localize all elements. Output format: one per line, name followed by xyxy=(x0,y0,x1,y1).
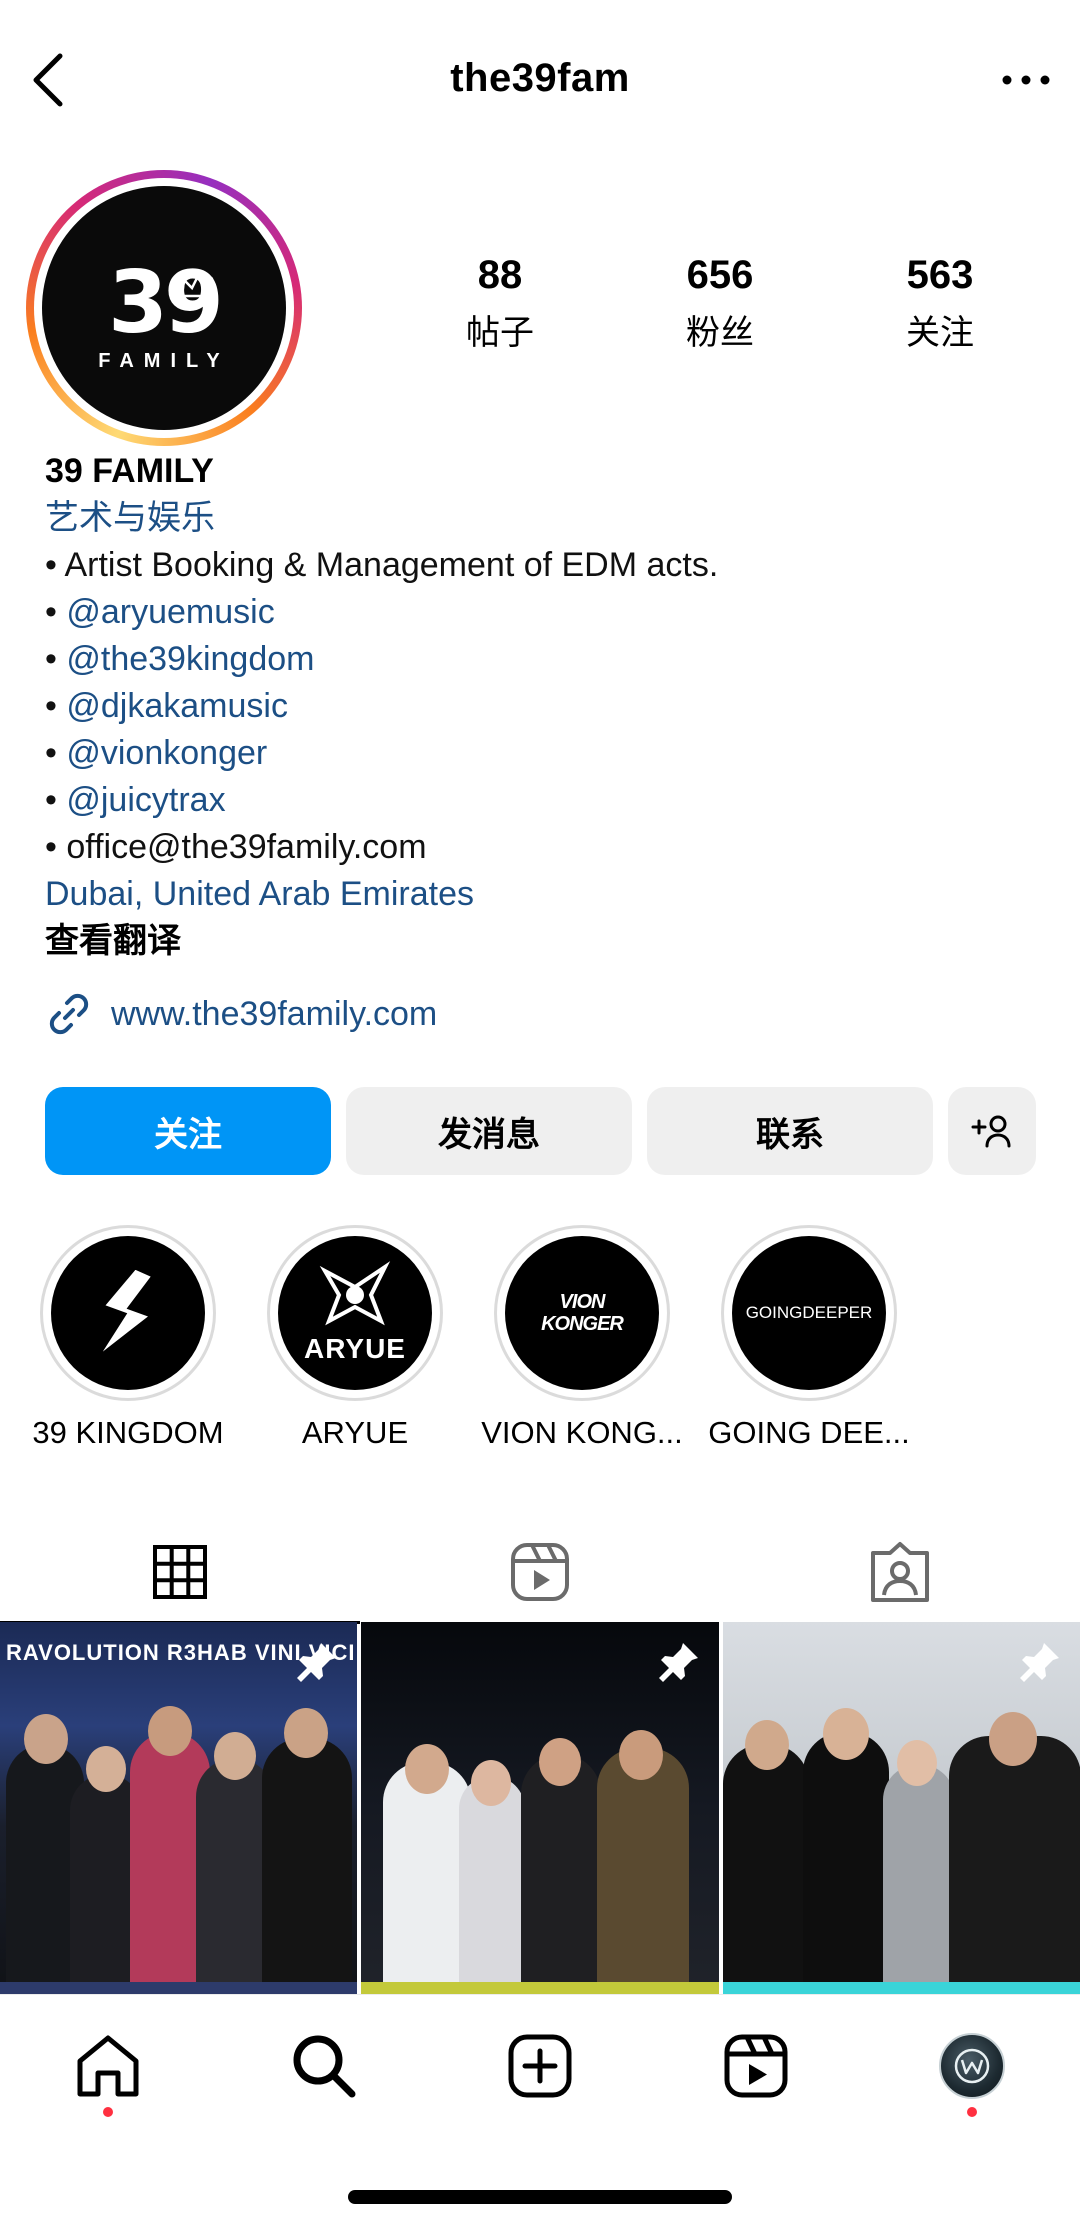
bio-mention-line: • @vionkonger xyxy=(45,734,268,772)
highlight-going-deeper[interactable]: GOINGDEEPER GOING DEE... xyxy=(695,1225,923,1451)
stat-following-count: 563 xyxy=(906,253,974,297)
avatar-logo-subtext: FAMILY xyxy=(98,349,230,372)
highlight-label: 39 KINGDOM xyxy=(32,1415,224,1450)
highlight-cover: VION KONGER xyxy=(505,1236,659,1390)
top-bar: the39fam xyxy=(0,0,1080,160)
more-horizontal-icon xyxy=(1002,75,1050,85)
reels-icon xyxy=(724,2034,788,2098)
mention-link[interactable]: @vionkonger xyxy=(66,734,267,772)
mention-link[interactable]: @juicytrax xyxy=(66,781,225,819)
reels-icon xyxy=(511,1543,569,1601)
highlight-aryue[interactable]: ARYUE ARYUE xyxy=(241,1225,469,1451)
bio-mention-line: • @the39kingdom xyxy=(45,640,315,678)
avatar-logo-text: 39 xyxy=(108,252,224,353)
website-link[interactable]: www.the39family.com xyxy=(45,990,437,1038)
add-person-icon xyxy=(971,1115,1011,1148)
stat-followers-label: 粉丝 xyxy=(686,313,754,353)
stat-following-label: 关注 xyxy=(906,313,974,353)
create-icon xyxy=(508,2034,572,2098)
stat-followers-count: 656 xyxy=(686,253,754,297)
link-icon xyxy=(49,993,89,1035)
see-translation-button[interactable]: 查看翻译 xyxy=(45,918,1045,965)
highlight-vion-konger[interactable]: VION KONGER VION KONG... xyxy=(468,1225,696,1451)
mention-link[interactable]: @djkakamusic xyxy=(66,687,288,725)
nav-home[interactable] xyxy=(0,1995,216,2145)
highlight-logo-text: ARYUE xyxy=(304,1333,406,1364)
suggest-accounts-button[interactable] xyxy=(948,1087,1036,1175)
nav-profile[interactable] xyxy=(864,1995,1080,2145)
pinned-indicator xyxy=(1018,1640,1062,1689)
highlight-logo-text: VION KONGER xyxy=(541,1291,624,1335)
notification-dot xyxy=(103,2107,113,2117)
profile-display-name: 39 FAMILY xyxy=(45,452,214,490)
pin-icon xyxy=(297,1643,337,1682)
stat-posts-label: 帖子 xyxy=(466,313,534,353)
posts-grid: RAVOLUTION R3HAB VINI VICI xyxy=(0,1622,1080,1994)
post-thumbnail[interactable] xyxy=(361,1622,719,1994)
contact-button[interactable]: 联系 xyxy=(647,1087,933,1175)
bio-mention-line: • @aryuemusic xyxy=(45,593,275,631)
pinned-indicator xyxy=(295,1640,339,1689)
avatar-logo: 39 FAMILY xyxy=(42,186,286,430)
crown-icon xyxy=(180,274,216,298)
highlight-label: GOING DEE... xyxy=(708,1415,910,1450)
mention-link[interactable]: @the39kingdom xyxy=(66,640,314,678)
nav-create[interactable] xyxy=(432,1995,648,2145)
profile-avatar[interactable]: 39 FAMILY xyxy=(26,170,302,446)
tab-reels[interactable] xyxy=(360,1522,720,1622)
stat-posts-count: 88 xyxy=(477,253,523,297)
nav-reels[interactable] xyxy=(648,1995,864,2145)
bio-email: • office@the39family.com xyxy=(45,828,427,866)
highlight-label: ARYUE xyxy=(301,1415,409,1450)
message-button[interactable]: 发消息 xyxy=(346,1087,632,1175)
more-options-button[interactable] xyxy=(998,60,1054,100)
tagged-icon xyxy=(871,1542,929,1602)
profile-username: the39fam xyxy=(450,56,630,100)
stat-followers[interactable]: 656 粉丝 xyxy=(610,255,830,354)
highlight-cover: ARYUE xyxy=(278,1236,432,1390)
nav-search[interactable] xyxy=(216,1995,432,2145)
highlight-label: VION KONG... xyxy=(481,1415,683,1450)
post-thumbnail[interactable] xyxy=(722,1622,1080,1994)
grid-icon xyxy=(153,1545,207,1599)
pin-icon xyxy=(658,1643,698,1682)
bottom-navigation xyxy=(0,1994,1080,2144)
bio-location[interactable]: Dubai, United Arab Emirates xyxy=(45,871,1045,918)
pin-icon xyxy=(1019,1643,1059,1682)
profile-stats: 88 帖子 656 粉丝 563 关注 xyxy=(390,255,1050,354)
bio-line: • Artist Booking & Management of EDM act… xyxy=(45,546,719,584)
profile-tabs xyxy=(0,1522,1080,1624)
notification-dot xyxy=(967,2107,977,2117)
story-highlights: 39 KINGDOM ARYUE ARYUE VION KONGER VION … xyxy=(0,1225,1080,1455)
follow-button[interactable]: 关注 xyxy=(45,1087,331,1175)
tab-posts-grid[interactable] xyxy=(0,1522,360,1624)
highlight-cover xyxy=(51,1236,205,1390)
pinned-indicator xyxy=(657,1640,701,1689)
highlight-cover: GOINGDEEPER xyxy=(732,1236,886,1390)
bio-mention-line: • @djkakamusic xyxy=(45,687,288,725)
website-link-text[interactable]: www.the39family.com xyxy=(111,995,437,1034)
mention-link[interactable]: @aryuemusic xyxy=(66,593,274,631)
avatar xyxy=(939,2033,1005,2099)
post-thumbnail[interactable]: RAVOLUTION R3HAB VINI VICI xyxy=(0,1622,358,1994)
home-indicator[interactable] xyxy=(348,2190,732,2204)
highlight-logo-text: GOINGDEEPER xyxy=(745,1303,873,1322)
stat-posts[interactable]: 88 帖子 xyxy=(390,255,610,354)
stat-following[interactable]: 563 关注 xyxy=(830,255,1050,354)
home-icon xyxy=(77,2035,139,2097)
bio-mention-line: • @juicytrax xyxy=(45,781,226,819)
profile-category[interactable]: 艺术与娱乐 xyxy=(45,495,1045,542)
highlight-39-kingdom[interactable]: 39 KINGDOM xyxy=(14,1225,242,1451)
profile-bio: 39 FAMILY 艺术与娱乐 • Artist Booking & Manag… xyxy=(45,448,1045,965)
tab-tagged[interactable] xyxy=(720,1522,1080,1622)
profile-logo-icon xyxy=(954,2048,990,2084)
profile-actions: 关注 发消息 联系 xyxy=(45,1087,1036,1175)
search-icon xyxy=(293,2035,356,2098)
